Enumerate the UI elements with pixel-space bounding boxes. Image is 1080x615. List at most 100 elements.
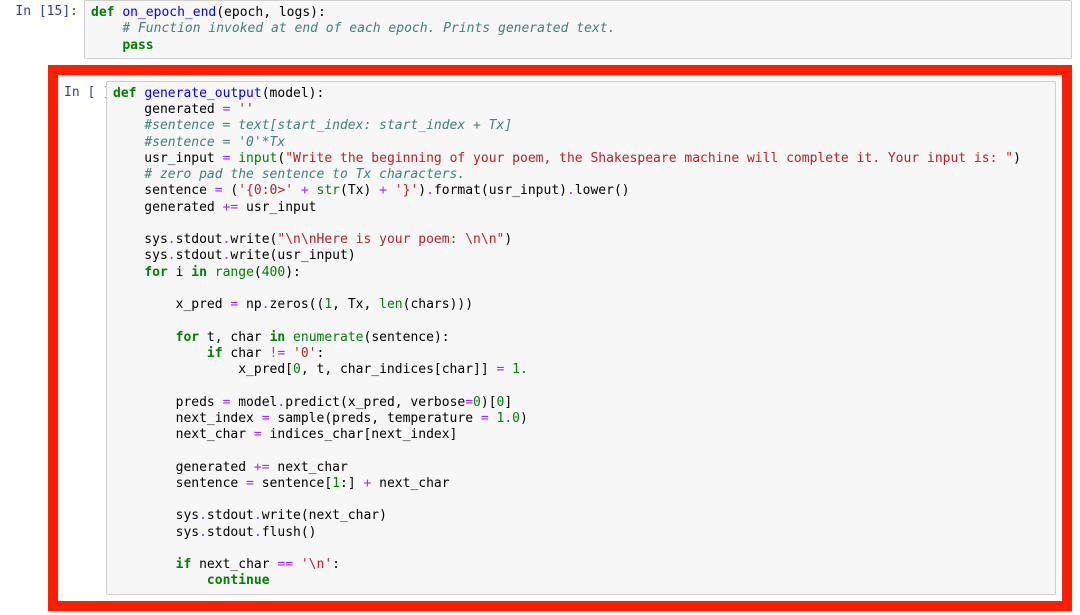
token-num: 400 [262,265,285,280]
code-cell[interactable]: In [15]:def on_epoch_end(epoch, logs): #… [0,0,1080,59]
token [113,573,207,588]
token-str: '{0:0>' [238,183,293,198]
token: (sentence): [364,330,450,345]
token-kw: in [191,265,207,280]
token-op: . [262,297,270,312]
token: generated [113,460,254,475]
token-bi: range [215,265,254,280]
token-kw: for [176,330,199,345]
token: :] [340,476,363,491]
token-op: . [168,232,176,247]
token: sentence [113,476,246,491]
token-op: == [277,557,293,572]
token: (model): [262,86,325,101]
token-op: . [199,525,207,540]
token [113,135,144,150]
token-cmt: #sentence = '0'*Tx [144,135,285,150]
token-cmt: # zero pad the sentence to Tx characters… [144,167,465,182]
token: (epoch, logs): [216,5,326,20]
token-str: '}' [395,183,418,198]
token-op: . [254,508,262,523]
token-op: + [379,183,387,198]
token-kw: pass [122,38,153,53]
token: , t, char_indices[char]] [301,362,497,377]
token [91,38,122,53]
token-bi: enumerate [293,330,363,345]
token [504,362,512,377]
code-block[interactable]: def on_epoch_end(epoch, logs): # Functio… [91,5,1065,54]
token-op: . [567,183,575,198]
token [113,118,144,133]
token-op: = [481,411,489,426]
token: ) [418,183,426,198]
token: predict(x_pred, verbose [285,395,465,410]
token-str: "\n\nHere is your poem: \n\n" [277,232,504,247]
token: write( [230,232,277,247]
token: sample(preds, temperature [270,411,481,426]
token [293,557,301,572]
token-str: '0' [293,346,316,361]
code-block[interactable]: def generate_output(model): generated = … [113,86,1049,590]
token [285,346,293,361]
token: stdout [176,248,223,263]
token-op: != [270,346,286,361]
token: sentence[ [254,476,332,491]
token-num: 1.0 [497,411,520,426]
token: ): [285,265,301,280]
token-str: '' [238,102,254,117]
token [113,167,144,182]
token: next_char [191,557,277,572]
token-def: on_epoch_end [122,5,216,20]
token-op: . [426,183,434,198]
token: next_char [371,476,449,491]
token: indices_char[next_index] [262,427,458,442]
token [207,265,215,280]
token-num: 0 [293,362,301,377]
token: sentence [113,183,215,198]
token: np [238,297,261,312]
token: generated [113,200,223,215]
token: format(usr_input) [434,183,567,198]
token: sys [113,525,199,540]
input-area[interactable]: def on_epoch_end(epoch, logs): # Functio… [84,0,1072,59]
token: sys [113,248,168,263]
token-num: 1 [332,476,340,491]
input-area[interactable]: def generate_output(model): generated = … [106,81,1056,595]
token-op: + [301,183,309,198]
token: write(usr_input) [230,248,355,263]
token-bi: str [317,183,340,198]
token: sys [113,508,199,523]
token: stdout [207,508,254,523]
token-cmt: #sentence = text[start_index: start_inde… [144,118,512,133]
token: next_index [113,411,262,426]
token: next_char [270,460,348,475]
token [293,183,301,198]
token [309,183,317,198]
token-op: += [254,460,270,475]
token: (Tx) [340,183,379,198]
token-op: = [254,427,262,442]
token-str: '\n' [301,557,332,572]
token-kw: def [91,5,114,20]
notebook: In [15]:def on_epoch_end(epoch, logs): #… [0,0,1080,611]
token: : [332,557,340,572]
token-num: 0 [473,395,481,410]
token: ( [254,265,262,280]
code-cell[interactable]: In [ ]:def generate_output(model): gener… [64,81,1056,595]
token: (chars))) [403,297,473,312]
token [113,557,176,572]
token-kw: def [113,86,136,101]
token-num: 1. [512,362,528,377]
token: write(next_char) [262,508,387,523]
token: ) [1013,151,1021,166]
token-str: "Write the beginning of your poem, the S… [285,151,1013,166]
token: model [230,395,277,410]
token-op: . [254,525,262,540]
token: )[ [481,395,497,410]
token: flush() [262,525,317,540]
token: x_pred[ [113,362,293,377]
token: char [223,346,270,361]
token-op: = [215,183,223,198]
token-op: += [223,200,239,215]
token [489,411,497,426]
